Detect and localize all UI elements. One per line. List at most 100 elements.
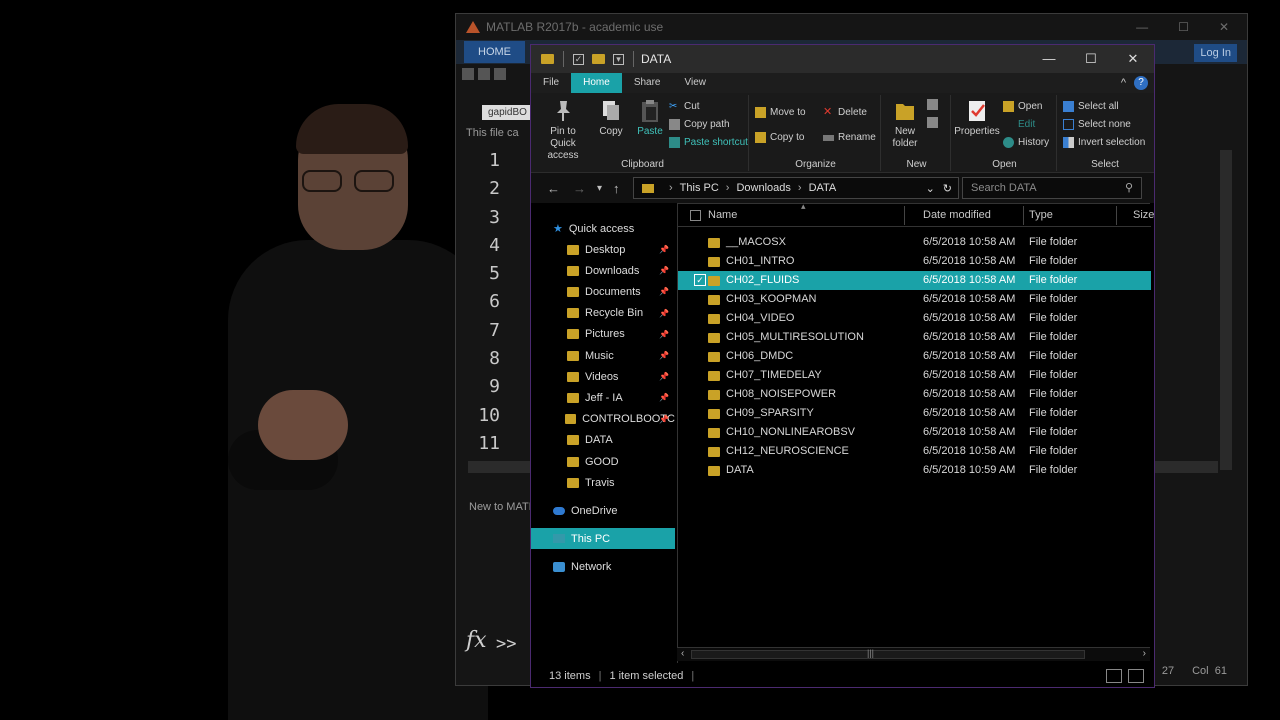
up-arrow-icon[interactable]: ↑ [613,181,620,196]
breadcrumb-downloads[interactable]: Downloads [736,182,790,194]
command-prompt[interactable]: >> [496,634,516,654]
forward-arrow-icon[interactable]: → [573,181,586,196]
table-row[interactable]: CH03_KOOPMAN 6/5/2018 10:58 AM File folder [678,290,1151,309]
tab-share[interactable]: Share [622,73,673,93]
search-input[interactable]: Search DATA ⚲ [962,177,1142,199]
nav-item-music[interactable]: Music 📌 [531,345,675,366]
tab-home[interactable]: Home [571,73,622,93]
cut-button[interactable]: ✂ Cut [669,101,700,112]
minimize-button[interactable]: — [1028,51,1070,67]
nav-item-recycle-bin[interactable]: Recycle Bin 📌 [531,303,675,324]
copy-to-button[interactable]: Copy to [755,132,804,143]
maximize-icon[interactable]: ☐ [1178,20,1189,34]
back-icon[interactable] [462,68,474,80]
properties-button[interactable]: Properties [953,99,1001,138]
copy-path-button[interactable]: Copy path [669,119,730,130]
tab-view[interactable]: View [673,73,719,93]
collapse-ribbon-icon[interactable]: ^ [1121,77,1126,89]
nav-item-controlbootc[interactable]: CONTROLBOOTC 📌 [531,409,675,430]
close-button[interactable]: ✕ [1112,51,1154,67]
column-name[interactable]: Name [708,209,737,221]
tab-file[interactable]: File [531,73,571,93]
column-size[interactable]: Size [1133,209,1154,221]
address-dropdown-icon[interactable]: ⌄ [926,182,935,195]
nav-item-pictures[interactable]: Pictures 📌 [531,324,675,345]
table-row[interactable]: ✓ CH02_FLUIDS 6/5/2018 10:58 AM File folder [678,271,1151,290]
file-type: File folder [1029,426,1078,438]
rename-button[interactable]: Rename [823,132,876,143]
row-checkbox[interactable]: ✓ [694,274,706,286]
select-all-button[interactable]: Select all [1063,101,1119,112]
breadcrumb-data[interactable]: DATA [809,182,837,194]
matlab-new-to-matlab[interactable]: New to MATL [469,501,535,513]
table-row[interactable]: CH06_DMDC 6/5/2018 10:58 AM File folder [678,347,1151,366]
address-bar[interactable]: › This PC › Downloads › DATA ⌄ ↻ [633,177,959,199]
table-row[interactable]: CH04_VIDEO 6/5/2018 10:58 AM File folder [678,309,1151,328]
table-row[interactable]: CH08_NOISEPOWER 6/5/2018 10:58 AM File fol… [678,385,1151,404]
nav-network[interactable]: Network [531,556,675,577]
customize-quick-access-icon[interactable]: ▾ [613,53,624,65]
ribbon-tabs: File Home Share View ^ ? [531,73,1154,93]
help-icon[interactable]: ? [1134,76,1148,90]
scroll-left-icon[interactable]: ‹ [681,648,684,659]
new-folder-button[interactable]: New folder [887,99,923,150]
column-date-modified[interactable]: Date modified [923,209,991,221]
new-item-button[interactable] [927,99,938,110]
delete-button[interactable]: ✕ Delete [823,107,867,119]
recent-locations-icon[interactable]: ▾ [597,183,602,194]
scroll-right-icon[interactable]: › [1143,648,1146,659]
nav-item-data[interactable]: DATA [531,430,675,451]
new-folder-quick-icon[interactable] [592,54,605,64]
table-row[interactable]: CH05_MULTIRESOLUTION 6/5/2018 10:58 AM Fil… [678,328,1151,347]
minimize-icon[interactable]: — [1136,20,1148,34]
nav-quick-access[interactable]: ★ Quick access [531,218,675,239]
history-button[interactable]: History [1003,137,1049,148]
details-view-icon[interactable] [1106,668,1122,683]
table-row[interactable]: CH09_SPARSITY 6/5/2018 10:58 AM File folde… [678,404,1151,423]
forward-icon[interactable] [478,68,490,80]
table-row[interactable]: CH01_INTRO 6/5/2018 10:58 AM File folder [678,252,1151,271]
nav-item-jeff-ia[interactable]: Jeff - IA 📌 [531,387,675,408]
scrollbar-thumb[interactable] [691,650,1085,659]
maximize-button[interactable]: ☐ [1070,51,1112,67]
table-row[interactable]: DATA 6/5/2018 10:59 AM File folder [678,461,1151,480]
large-icons-view-icon[interactable] [1128,668,1144,683]
refresh-icon[interactable]: ↻ [943,182,952,195]
close-icon[interactable]: ✕ [1219,20,1229,34]
table-row[interactable]: CH10_NONLINEAROBSV 6/5/2018 10:58 AM File … [678,423,1151,442]
properties-quick-icon[interactable]: ✓ [573,53,584,65]
table-row[interactable]: CH07_TIMEDELAY 6/5/2018 10:58 AM File fold… [678,366,1151,385]
table-row[interactable]: CH12_NEUROSCIENCE 6/5/2018 10:58 AM File f… [678,442,1151,461]
nav-item-documents[interactable]: Documents 📌 [531,281,675,302]
folder-icon[interactable] [494,68,506,80]
nav-item-good[interactable]: GOOD [531,451,675,472]
select-none-button[interactable]: Select none [1063,119,1131,130]
paste-shortcut-button[interactable]: Paste shortcut [669,137,748,148]
edit-button[interactable]: Edit [1003,119,1035,130]
table-row[interactable]: __MACOSX 6/5/2018 10:58 AM File folder [678,233,1151,252]
horizontal-scrollbar[interactable]: ‹ ||| › [677,647,1150,661]
nav-item-desktop[interactable]: Desktop 📌 [531,239,675,260]
folder-icon [708,409,720,419]
nav-this-pc[interactable]: This PC [531,528,675,549]
pin-to-quick-access-button[interactable]: Pin to Quick access [537,99,589,162]
back-arrow-icon[interactable]: ← [547,181,560,196]
paste-button[interactable]: Paste [633,99,667,138]
matlab-editor-vscroll[interactable] [1220,150,1232,470]
group-open: Properties Open Edit History Open [953,95,1057,171]
column-type[interactable]: Type [1029,209,1053,221]
matlab-editor-tab[interactable]: gapidBO [482,105,533,120]
copy-button[interactable]: Copy [593,99,629,138]
nav-item-travis[interactable]: Travis [531,472,675,493]
nav-onedrive[interactable]: OneDrive [531,500,675,521]
move-to-button[interactable]: Move to [755,107,806,118]
breadcrumb-this-pc[interactable]: This PC [680,182,719,194]
select-all-checkbox[interactable] [690,210,701,221]
easy-access-button[interactable] [927,117,938,128]
open-button[interactable]: Open [1003,101,1042,112]
matlab-home-tab[interactable]: HOME [464,41,525,63]
nav-item-videos[interactable]: Videos 📌 [531,366,675,387]
matlab-login-button[interactable]: Log In [1194,44,1237,62]
nav-item-downloads[interactable]: Downloads 📌 [531,260,675,281]
invert-selection-button[interactable]: Invert selection [1063,137,1145,148]
